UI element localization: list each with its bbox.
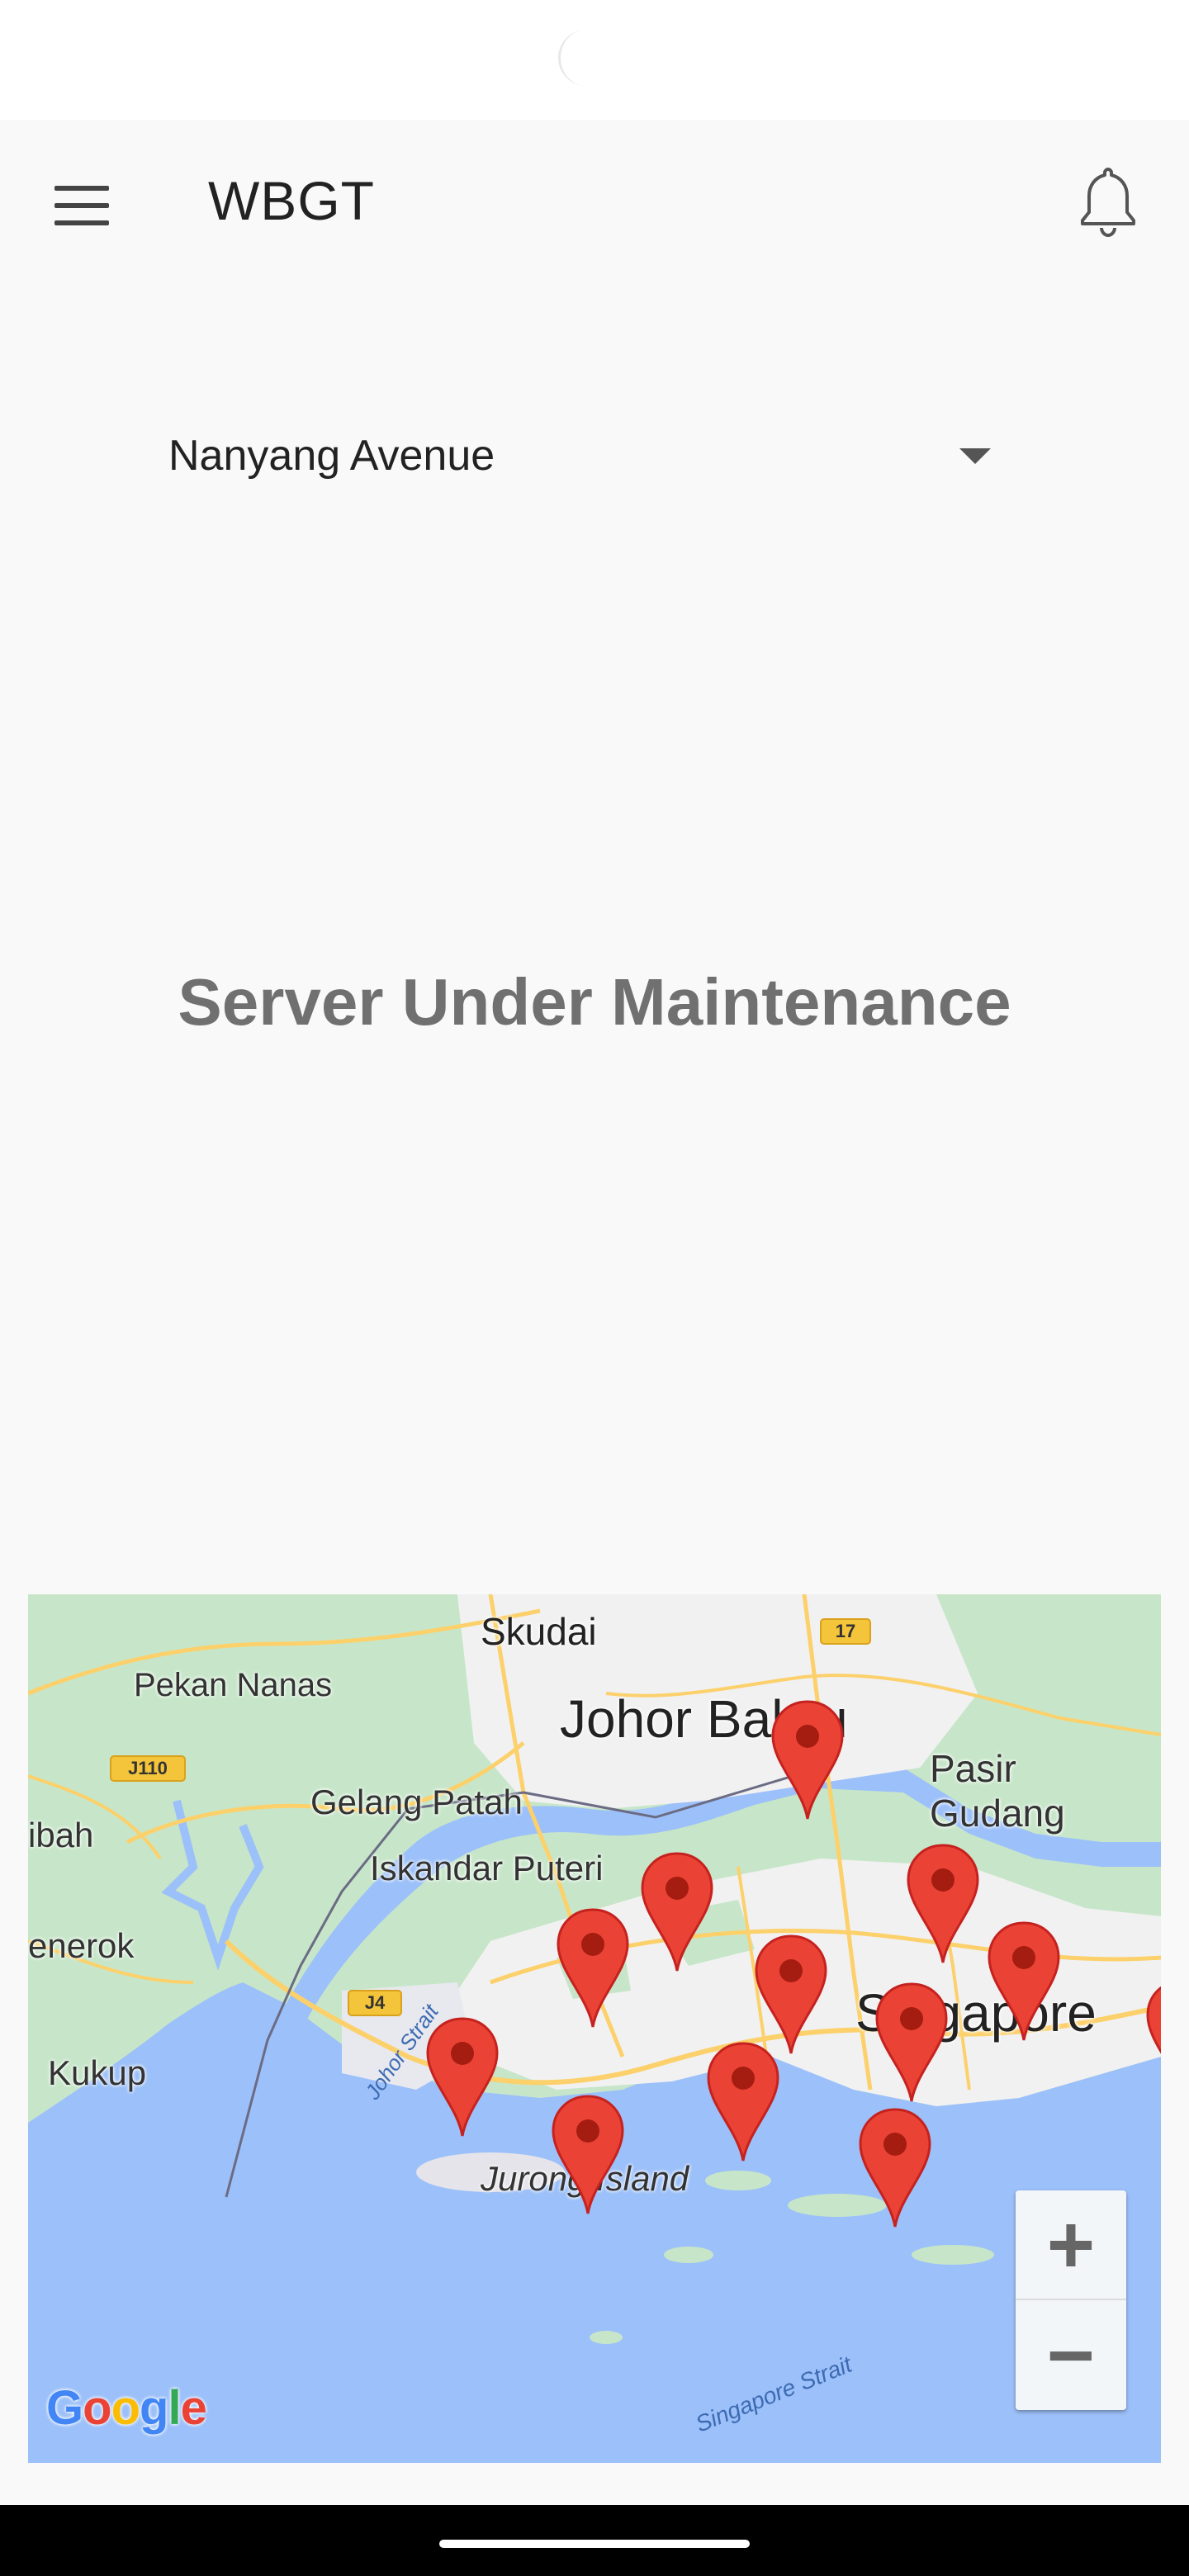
app-bar: WBGT <box>0 120 1189 285</box>
map-marker[interactable] <box>770 1698 846 1822</box>
hamburger-menu-icon <box>54 186 109 191</box>
map-label-rambah: ibah <box>28 1816 94 1854</box>
map-marker[interactable] <box>986 1920 1062 2043</box>
menu-button[interactable] <box>46 178 117 235</box>
map-marker[interactable] <box>639 1850 715 1974</box>
map-marker[interactable] <box>874 1981 950 2105</box>
notifications-button[interactable] <box>1073 163 1143 239</box>
hamburger-menu-icon-bar <box>54 203 109 208</box>
map-label-skudai: Skudai <box>481 1610 597 1653</box>
map-view[interactable]: Skudai Johor Bahru Pekan Nanas Pasir Gud… <box>28 1594 1161 2463</box>
map-label-serkat: enerok <box>28 1926 135 1965</box>
map-label-pasir-gudang: Pasir Gudang <box>930 1747 1065 1835</box>
map-marker[interactable] <box>705 2040 781 2164</box>
map-marker[interactable] <box>555 1906 631 2030</box>
zoom-out-button[interactable]: − <box>1016 2300 1126 2410</box>
map-label-gelang-patah: Gelang Patah <box>310 1783 523 1821</box>
system-navigation-bar <box>0 2505 1189 2576</box>
status-bar <box>0 0 1189 120</box>
map-label-pekan-nanas: Pekan Nanas <box>134 1667 333 1703</box>
road-shield-j4: J4 <box>364 1992 386 2013</box>
road-shield-17: 17 <box>835 1621 856 1641</box>
camera-cutout <box>558 30 614 86</box>
app-title: WBGT <box>208 170 375 231</box>
caret-down-icon <box>959 448 991 464</box>
bell-icon <box>1081 168 1135 238</box>
plus-icon: + <box>1046 2198 1096 2291</box>
minus-icon: − <box>1046 2308 1096 2402</box>
status-message: Server Under Maintenance <box>178 965 1011 1039</box>
map-marker[interactable] <box>424 2015 500 2139</box>
map-marker[interactable] <box>857 2106 933 2230</box>
google-logo: Google <box>46 2381 207 2435</box>
map-label-kukup: Kukup <box>48 2053 147 2092</box>
map-marker[interactable] <box>1144 1977 1161 2101</box>
map-marker[interactable] <box>550 2093 626 2217</box>
hamburger-menu-icon-bar <box>54 220 109 225</box>
map-marker[interactable] <box>753 1933 829 2057</box>
zoom-controls: + − <box>1016 2190 1126 2410</box>
location-dropdown[interactable]: Nanyang Avenue <box>165 417 999 500</box>
zoom-in-button[interactable]: + <box>1016 2190 1126 2300</box>
location-selected-value: Nanyang Avenue <box>168 432 495 480</box>
map-marker[interactable] <box>905 1842 981 1966</box>
map-label-iskandar-puteri: Iskandar Puteri <box>370 1849 604 1887</box>
home-indicator[interactable] <box>439 2540 750 2548</box>
road-shield-j110: J110 <box>128 1758 168 1778</box>
